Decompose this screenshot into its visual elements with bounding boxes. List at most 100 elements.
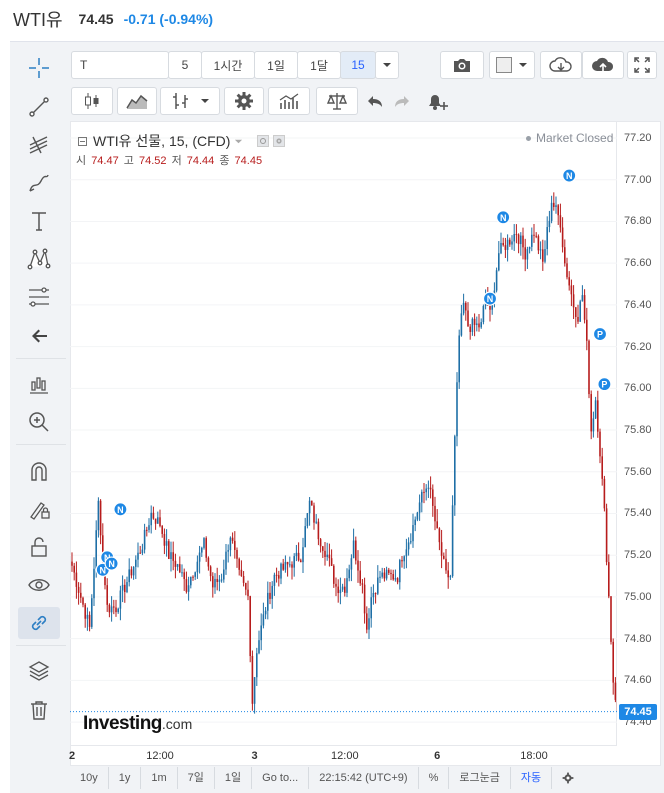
candle-body: [526, 249, 529, 260]
candle-body: [546, 227, 548, 250]
candle-body: [333, 565, 335, 584]
candlestick-chart[interactable]: NNNNNNNPP: [0, 0, 664, 792]
candle-body: [295, 552, 298, 557]
candle-body: [282, 563, 284, 570]
news-marker-label: N: [100, 565, 107, 575]
visibility-icon[interactable]: [257, 135, 270, 147]
candle-body: [564, 247, 566, 264]
candle-body: [385, 569, 388, 579]
candle-body: [84, 604, 86, 619]
candle-body: [88, 614, 91, 627]
chart-legend: WTI유 선물, 15, (CFD): [78, 131, 286, 151]
candle-body: [410, 541, 412, 543]
candle-body: [302, 547, 304, 563]
candle-body: [539, 249, 542, 251]
auto-toggle[interactable]: 자동: [511, 767, 553, 789]
range-1y[interactable]: 1y: [109, 767, 142, 789]
candle-body: [157, 517, 159, 524]
candle-body: [605, 508, 608, 563]
logo-suffix: .com: [161, 716, 193, 732]
status-dot-icon: [526, 136, 531, 142]
candle-body: [438, 528, 441, 543]
candle-body: [509, 239, 511, 245]
percent-toggle[interactable]: %: [419, 767, 450, 789]
log-toggle[interactable]: 로그눈금: [449, 767, 511, 789]
candle-body: [227, 550, 229, 552]
candle-body: [612, 641, 614, 683]
close-value: 74.45: [234, 155, 263, 167]
candle-body: [531, 234, 533, 247]
range-1m[interactable]: 1m: [141, 767, 178, 789]
candle-body: [97, 500, 100, 531]
candle-body: [506, 239, 509, 250]
candle-body: [273, 574, 276, 586]
candle-body: [293, 556, 295, 568]
news-marker: N: [482, 291, 498, 306]
candle-body: [423, 491, 425, 493]
candle-body: [577, 316, 579, 322]
range-7d[interactable]: 7일: [178, 767, 215, 789]
chevron-down-icon[interactable]: [234, 137, 243, 146]
market-status: Market Closed: [526, 131, 613, 145]
settings-icon[interactable]: [273, 135, 286, 147]
gear-icon: [562, 772, 574, 784]
candle-body: [366, 613, 368, 630]
candle-body: [234, 540, 236, 550]
candle-body: [223, 569, 225, 580]
candle-body: [286, 561, 289, 565]
candle-body: [176, 564, 179, 567]
clock: 22:15:42 (UTC+9): [309, 767, 419, 789]
news-marker: P: [592, 326, 608, 342]
candle-body: [561, 227, 564, 248]
y-tick-label: 77.00: [624, 173, 652, 186]
candle-body: [326, 554, 328, 557]
candle-body: [473, 318, 476, 325]
candle-body: [245, 582, 247, 590]
candle-body: [220, 579, 223, 581]
candle-body: [432, 489, 434, 506]
news-marker-label: N: [108, 559, 115, 569]
news-marker: N: [104, 556, 119, 571]
goto-button[interactable]: Go to...: [252, 767, 310, 789]
candle-body: [568, 277, 570, 286]
investing-logo: Investing.com: [83, 713, 192, 735]
candle-body: [251, 656, 254, 704]
candle-body: [383, 572, 386, 579]
candle-body: [284, 561, 287, 570]
candle-body: [599, 431, 601, 457]
candle-body: [161, 526, 163, 534]
candle-body: [194, 572, 196, 577]
candle-body: [229, 537, 232, 551]
range-1d[interactable]: 1일: [215, 767, 253, 789]
news-marker-label: N: [117, 505, 124, 515]
candle-body: [550, 202, 553, 221]
news-marker-label: N: [500, 213, 507, 223]
y-tick-label: 75.60: [624, 465, 652, 478]
candle-body: [557, 205, 559, 216]
candle-body: [115, 607, 117, 613]
x-tick-label: 18:00: [520, 750, 548, 762]
candle-body: [445, 558, 447, 571]
market-status-text: Market Closed: [536, 131, 614, 145]
candle-body: [500, 242, 502, 254]
candle-body: [425, 488, 427, 493]
candle-body: [165, 541, 168, 546]
news-marker: N: [496, 210, 511, 225]
y-tick-label: 76.40: [624, 298, 652, 311]
candle-body: [99, 500, 102, 536]
candle-body: [198, 552, 201, 562]
candle-body: [154, 518, 157, 524]
candle-body: [440, 542, 443, 556]
candle-body: [172, 552, 174, 561]
settings-button[interactable]: [552, 767, 584, 789]
range-10y[interactable]: 10y: [70, 767, 109, 789]
candle-body: [262, 614, 265, 626]
candle-body: [513, 234, 515, 242]
candle-body: [458, 335, 460, 383]
candle-body: [443, 555, 445, 559]
candle-body: [77, 586, 80, 593]
candle-body: [196, 561, 199, 573]
candle-body: [203, 538, 205, 548]
collapse-icon[interactable]: [78, 136, 87, 146]
x-tick-label: 3: [251, 750, 258, 762]
